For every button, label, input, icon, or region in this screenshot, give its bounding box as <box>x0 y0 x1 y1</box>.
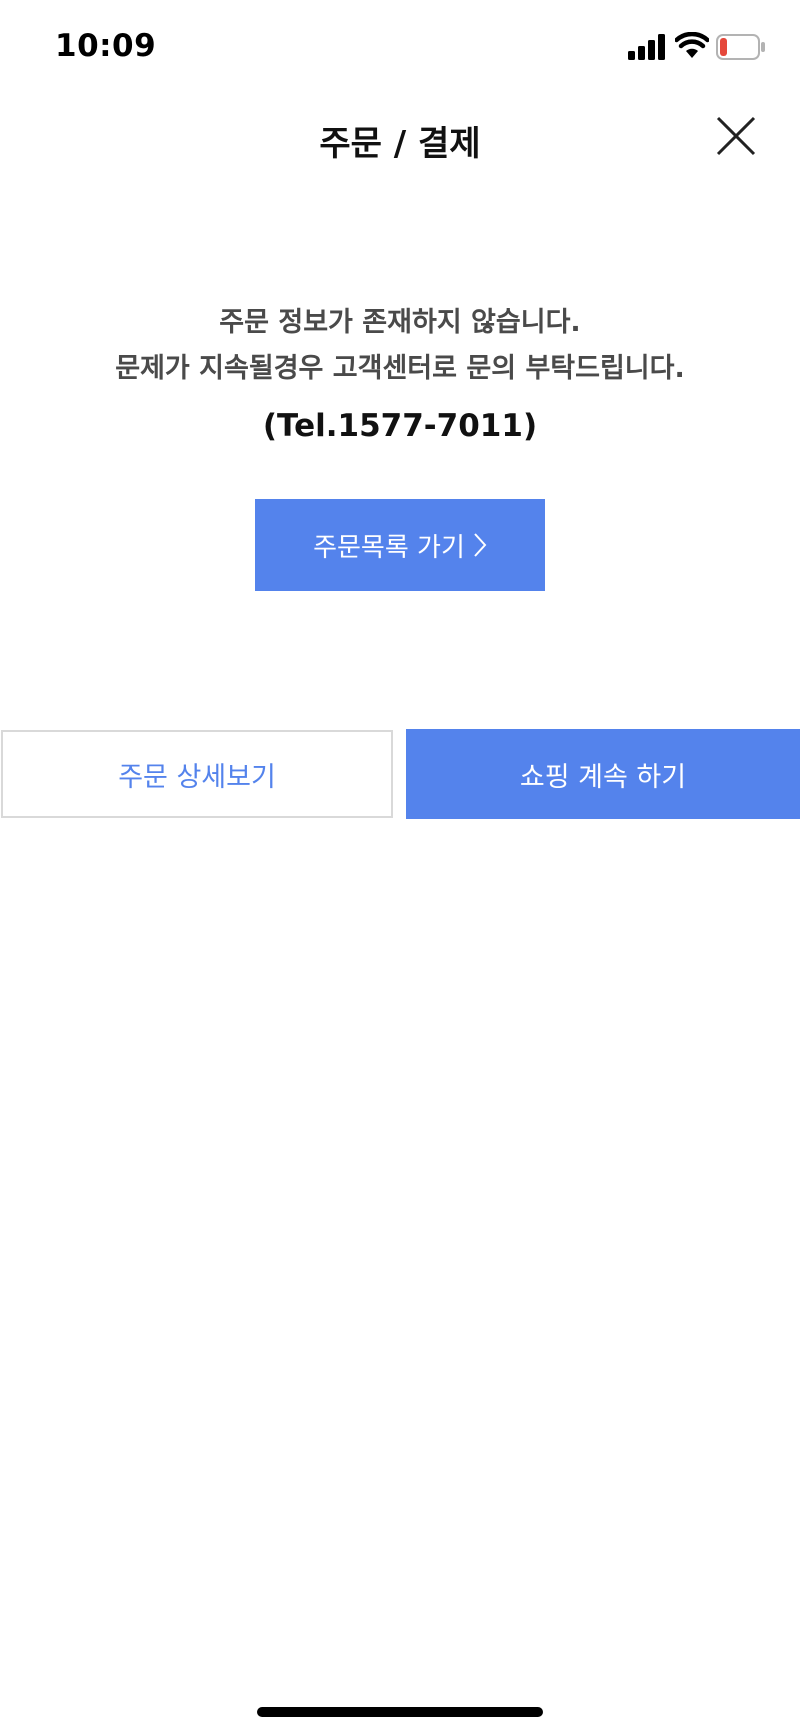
order-detail-button[interactable]: 주문 상세보기 <box>1 730 393 818</box>
order-list-button-label: 주문목록 가기 <box>313 532 465 563</box>
close-icon <box>716 116 756 156</box>
chevron-right-icon <box>474 533 487 557</box>
empty-order-message: 주문 정보가 존재하지 않습니다. 문제가 지속될경우 고객센터로 문의 부탁드… <box>0 300 800 448</box>
order-detail-button-label: 주문 상세보기 <box>118 761 276 793</box>
order-list-button[interactable]: 주문목록 가기 <box>255 499 545 591</box>
continue-shopping-button[interactable]: 쇼핑 계속 하기 <box>406 729 800 819</box>
header: 주문 / 결제 <box>0 96 800 176</box>
customer-center-tel: (Tel.1577-7011) <box>262 408 538 444</box>
status-time: 10:09 <box>55 28 157 64</box>
close-button[interactable] <box>712 112 760 160</box>
continue-shopping-button-label: 쇼핑 계속 하기 <box>519 761 687 793</box>
cellular-signal-icon <box>628 34 665 60</box>
home-indicator <box>257 1707 543 1717</box>
wifi-icon <box>675 32 709 58</box>
message-line-2: 문제가 지속될경우 고객센터로 문의 부탁드립니다. <box>115 353 685 384</box>
page-title: 주문 / 결제 <box>319 124 481 164</box>
battery-low-icon <box>716 34 765 60</box>
message-line-1: 주문 정보가 존재하지 않습니다. <box>219 307 581 338</box>
status-bar: 10:09 <box>0 0 800 96</box>
